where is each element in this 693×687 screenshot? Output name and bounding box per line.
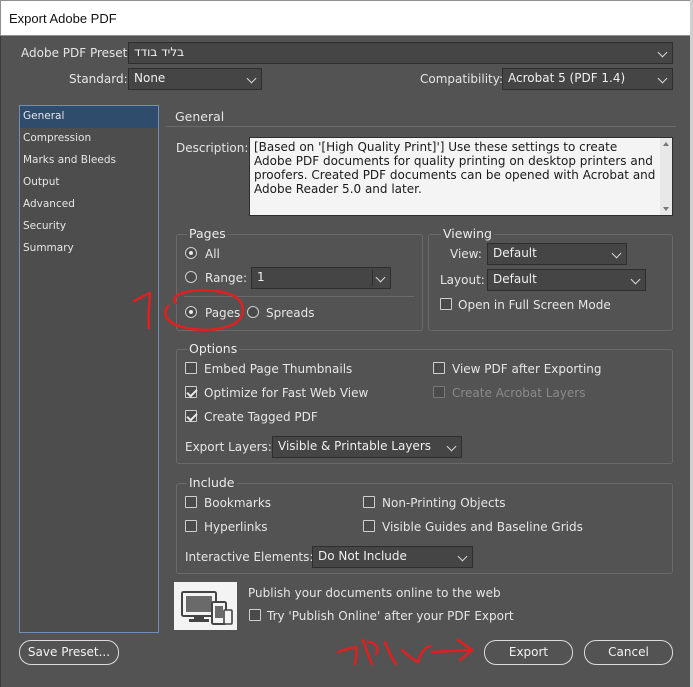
annotation-mark-1 [132,291,152,330]
annotation-circle-pages [164,289,245,332]
annotation-scribble [336,638,475,666]
annotation-overlay [132,289,475,666]
